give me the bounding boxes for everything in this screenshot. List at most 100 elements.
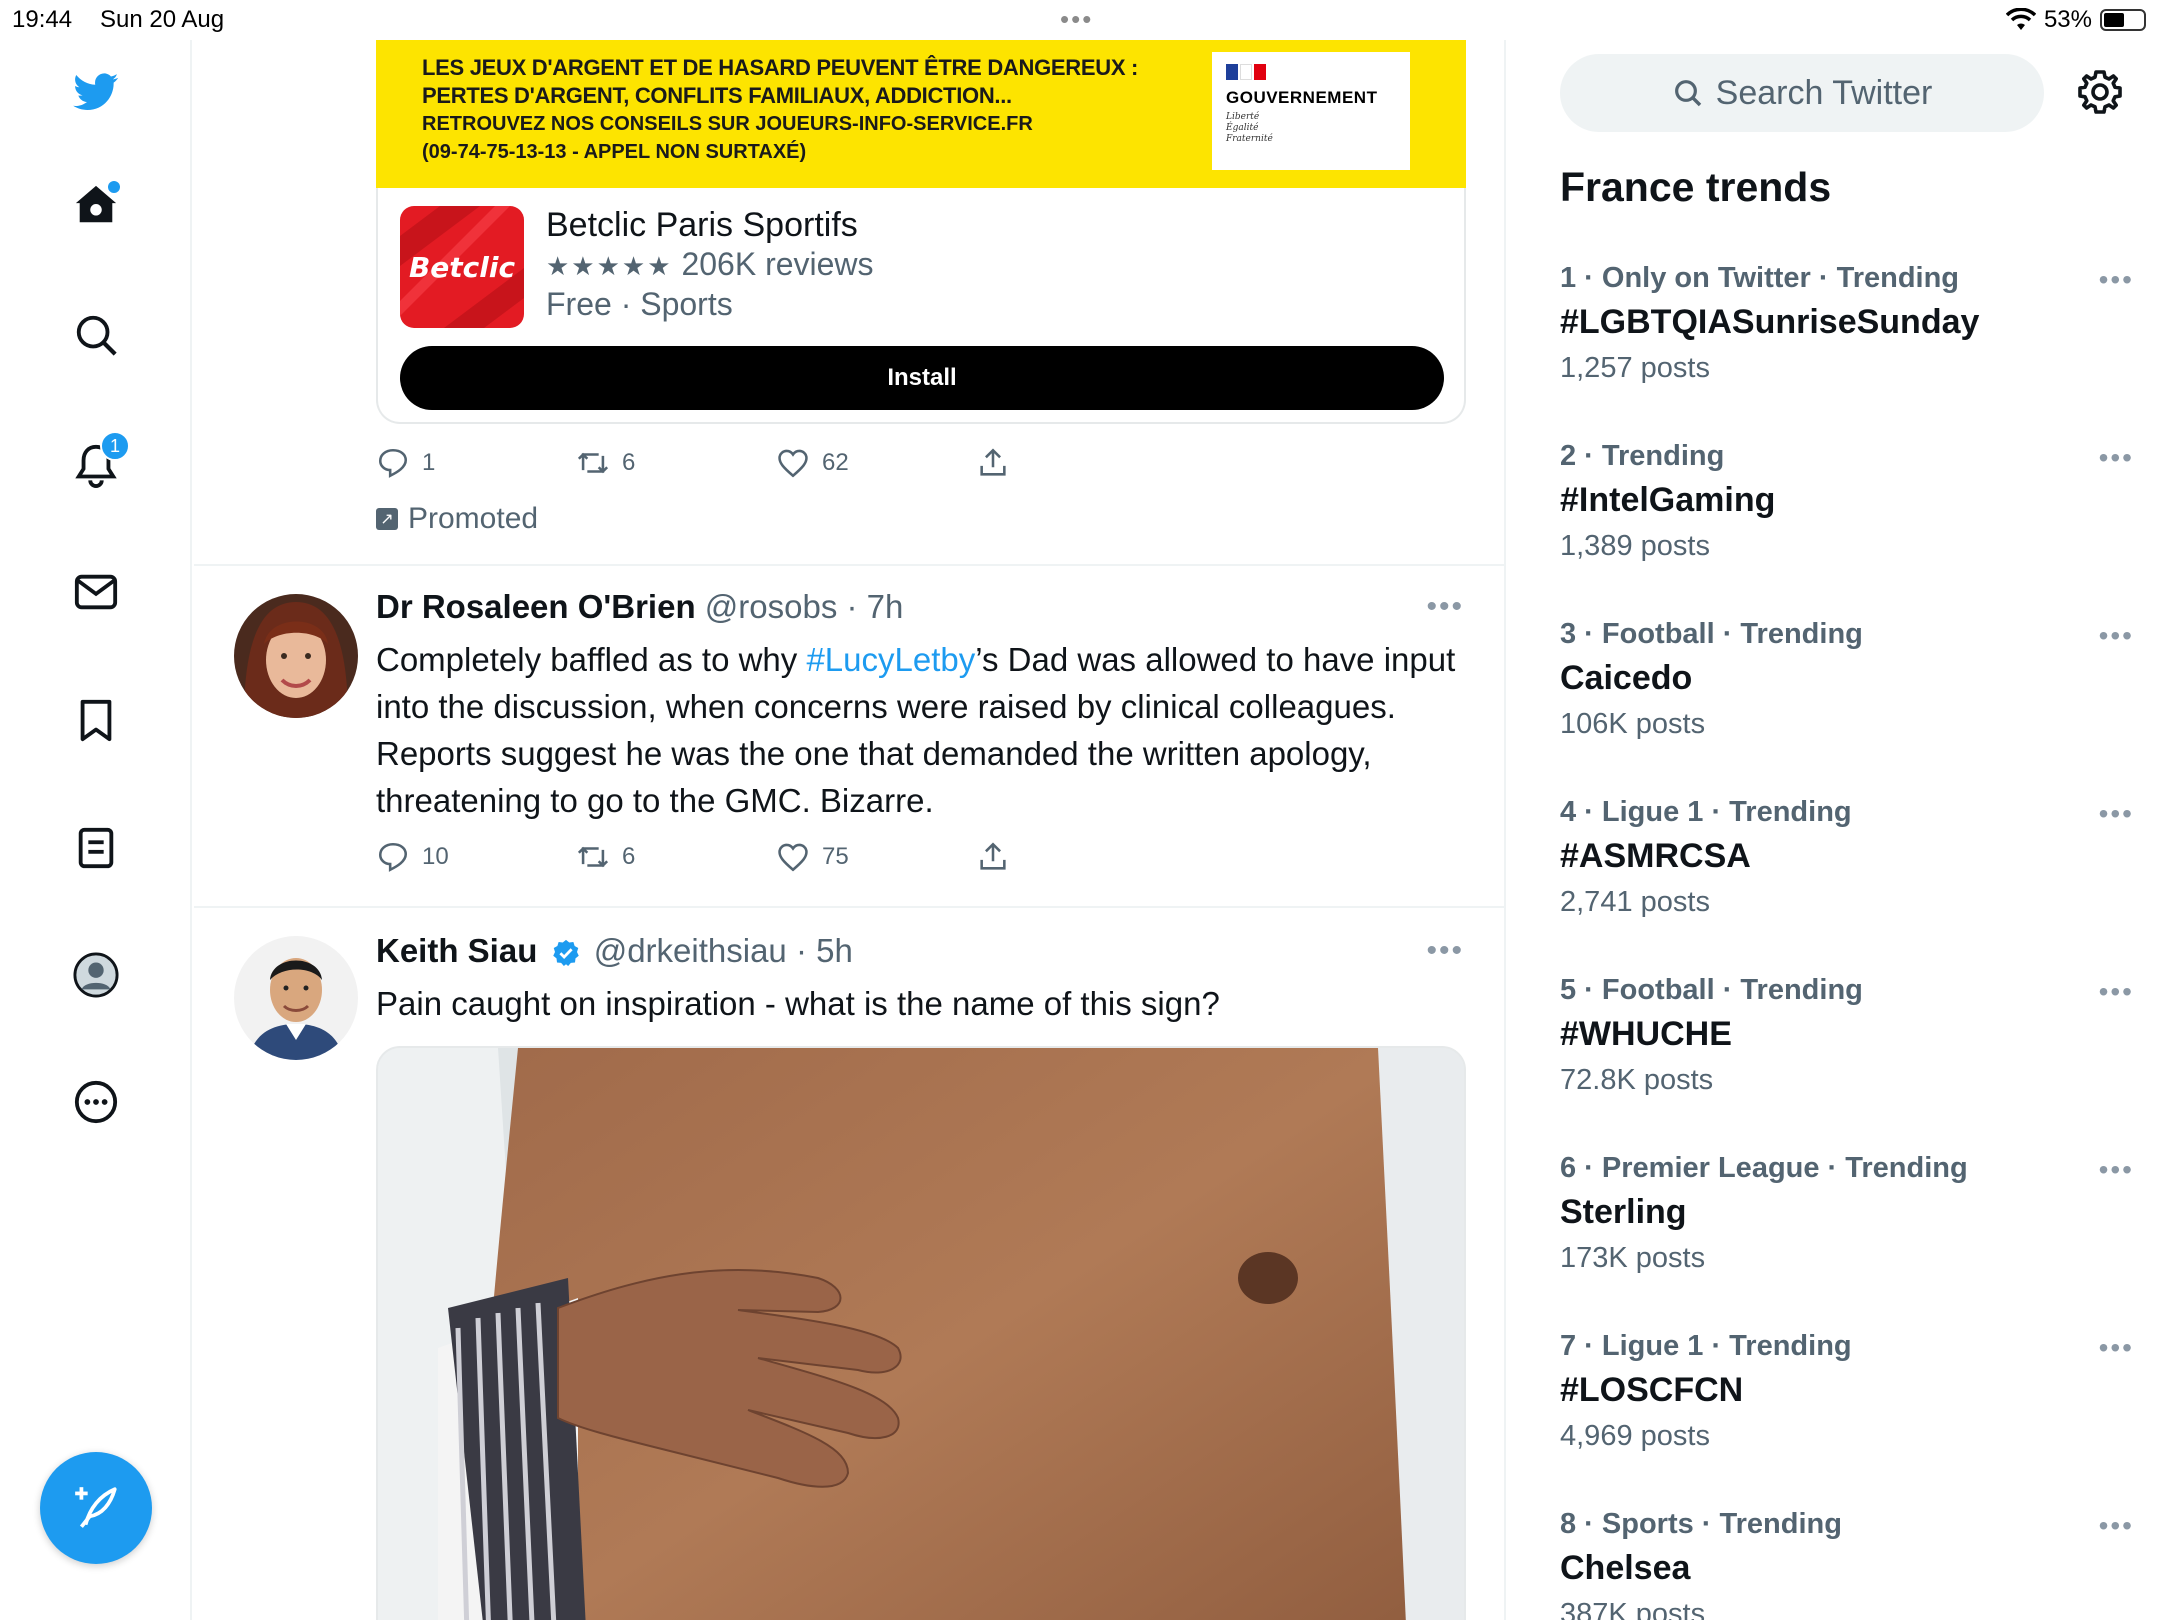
trend-more-icon[interactable]: ••• (2099, 1510, 2134, 1542)
install-button[interactable]: Install (400, 346, 1444, 410)
star-rating-icon: ★★★★★ (546, 251, 673, 281)
status-date: Sun 20 Aug (100, 6, 225, 33)
status-right: 53% (2005, 6, 2146, 34)
gov-motto-1: Liberté (1226, 112, 1260, 122)
search-placeholder: Search Twitter (1715, 73, 1933, 112)
tweet1-header: Dr Rosaleen O'Brien @rosobs · 7h (376, 588, 903, 626)
trend-context: 8 · Sports · Trending (1560, 1508, 1842, 1540)
app-reviews: 206K reviews (681, 246, 874, 282)
like-count: 75 (822, 843, 849, 870)
notifications-badge: 1 (100, 431, 130, 461)
app-name[interactable]: Betclic Paris Sportifs (546, 206, 858, 245)
share-button[interactable] (976, 840, 1176, 874)
tweet2-text: Pain caught on inspiration - what is the… (376, 985, 1220, 1022)
trend-count: 1,389 posts (1560, 530, 1710, 562)
bookmarks-icon[interactable] (66, 690, 126, 750)
tweet1-actions: 10 6 75 (376, 840, 1176, 874)
app-logo-text: Betclic (408, 250, 516, 284)
trend-title: #IntelGaming (1560, 481, 1776, 519)
share-button[interactable] (976, 446, 1176, 480)
reply-count: 1 (422, 449, 436, 476)
twitter-logo-icon[interactable] (66, 62, 126, 122)
trend-count: 2,741 posts (1560, 886, 1710, 918)
author-name[interactable]: Dr Rosaleen O'Brien (376, 588, 696, 625)
trend-item[interactable]: 6 · Premier League · Trending Sterling 1… (1560, 1152, 2132, 1275)
tweet-more-icon[interactable]: ••• (1426, 590, 1464, 624)
avatar-rosaleen[interactable] (234, 594, 358, 718)
author-name[interactable]: Keith Siau (376, 932, 537, 969)
home-icon[interactable] (66, 175, 126, 235)
trend-item[interactable]: 7 · Ligue 1 · Trending #LOSCFCN 4,969 po… (1560, 1330, 2132, 1453)
trend-title: #LOSCFCN (1560, 1371, 1744, 1409)
retweet-icon (577, 452, 609, 474)
tweet-more-icon[interactable]: ••• (1426, 934, 1464, 968)
trend-more-icon[interactable]: ••• (2099, 442, 2134, 474)
reply-button[interactable]: 1 (376, 446, 576, 480)
trends-title: France trends (1560, 164, 1832, 210)
trend-more-icon[interactable]: ••• (2099, 1154, 2134, 1186)
app-rating: ★★★★★ 206K reviews (546, 246, 874, 283)
trend-item[interactable]: 3 · Football · Trending Caicedo 106K pos… (1560, 618, 2132, 741)
retweet-count: 6 (622, 843, 636, 870)
app-install-card[interactable]: Betclic Betclic Paris Sportifs ★★★★★ 206… (376, 188, 1466, 424)
chest-photo (378, 1048, 1464, 1620)
trend-title: Caicedo (1560, 659, 1693, 697)
betclic-app-logo[interactable]: Betclic (400, 206, 524, 328)
avatar-keith[interactable] (234, 936, 358, 1060)
government-logo: GOUVERNEMENT Liberté Égalité Fraternité (1212, 52, 1410, 170)
trend-count: 1,257 posts (1560, 352, 1710, 384)
trend-more-icon[interactable]: ••• (2099, 1332, 2134, 1364)
retweet-button[interactable]: 6 (576, 446, 776, 480)
trend-title: #WHUCHE (1560, 1015, 1732, 1053)
trend-context: 7 · Ligue 1 · Trending (1560, 1330, 1852, 1362)
status-time: 19:44 (12, 6, 73, 33)
like-button[interactable]: 62 (776, 446, 976, 480)
trend-item[interactable]: 4 · Ligue 1 · Trending #ASMRCSA 2,741 po… (1560, 796, 2132, 919)
trend-title: #ASMRCSA (1560, 837, 1751, 875)
retweet-button[interactable]: 6 (576, 840, 776, 874)
trend-more-icon[interactable]: ••• (2099, 620, 2134, 652)
avatar-image (234, 594, 358, 718)
search-icon[interactable] (66, 305, 126, 365)
profile-avatar-icon[interactable] (66, 945, 126, 1005)
lists-icon[interactable] (66, 818, 126, 878)
messages-icon[interactable] (66, 562, 126, 622)
status-bar: 19:44 Sun 20 Aug ••• 53% (0, 0, 2160, 40)
trend-more-icon[interactable]: ••• (2099, 976, 2134, 1008)
trend-context: 2 · Trending (1560, 440, 1725, 472)
author-handle-time[interactable]: @rosobs · 7h (705, 588, 904, 625)
promoted-icon: ↗ (376, 508, 398, 530)
settings-gear-icon[interactable] (2076, 68, 2124, 116)
author-handle-time[interactable]: @drkeithsiau · 5h (594, 932, 853, 969)
heart-icon (778, 843, 808, 872)
wifi-icon (2005, 8, 2036, 30)
avatar-image (234, 936, 358, 1060)
multitasking-dots[interactable]: ••• (1060, 4, 1093, 35)
verified-badge-icon (552, 940, 579, 967)
ad-banner-line4: (09-74-75-13-13 - APPEL NON SURTAXÉ) (422, 141, 807, 163)
hashtag-link[interactable]: #LucyLetby (806, 641, 975, 678)
notifications-bell-icon[interactable]: 1 (66, 431, 130, 495)
promoted-label: ↗ Promoted (376, 502, 538, 536)
heart-icon (778, 449, 808, 478)
trend-item[interactable]: 5 · Football · Trending #WHUCHE 72.8K po… (1560, 974, 2132, 1097)
like-button[interactable]: 75 (776, 840, 976, 874)
trend-item[interactable]: 8 · Sports · Trending Chelsea 387K posts… (1560, 1508, 2132, 1620)
compose-tweet-button[interactable] (40, 1452, 152, 1564)
search-input[interactable]: Search Twitter (1560, 54, 2044, 132)
reply-button[interactable]: 10 (376, 840, 576, 874)
trend-count: 173K posts (1560, 1242, 1706, 1274)
more-options-icon[interactable] (66, 1072, 126, 1132)
timeline-feed: LES JEUX D'ARGENT ET DE HASARD PEUVENT Ê… (194, 40, 1506, 1620)
left-nav: 1 (0, 40, 192, 1620)
ad-warning-text: LES JEUX D'ARGENT ET DE HASARD PEUVENT Ê… (422, 54, 1138, 166)
trend-more-icon[interactable]: ••• (2099, 798, 2134, 830)
trend-context: 3 · Football · Trending (1560, 618, 1863, 650)
trend-more-icon[interactable]: ••• (2099, 264, 2134, 296)
tweet-media-image[interactable] (376, 1046, 1466, 1620)
trend-title: Sterling (1560, 1193, 1687, 1231)
tweet1-text: Completely baffled as to why #LucyLetby’… (376, 636, 1466, 824)
trend-item[interactable]: 2 · Trending #IntelGaming 1,389 posts ••… (1560, 440, 2132, 563)
ad-warning-banner[interactable]: LES JEUX D'ARGENT ET DE HASARD PEUVENT Ê… (376, 40, 1466, 188)
trend-item[interactable]: 1 · Only on Twitter · Trending #LGBTQIAS… (1560, 262, 2132, 385)
